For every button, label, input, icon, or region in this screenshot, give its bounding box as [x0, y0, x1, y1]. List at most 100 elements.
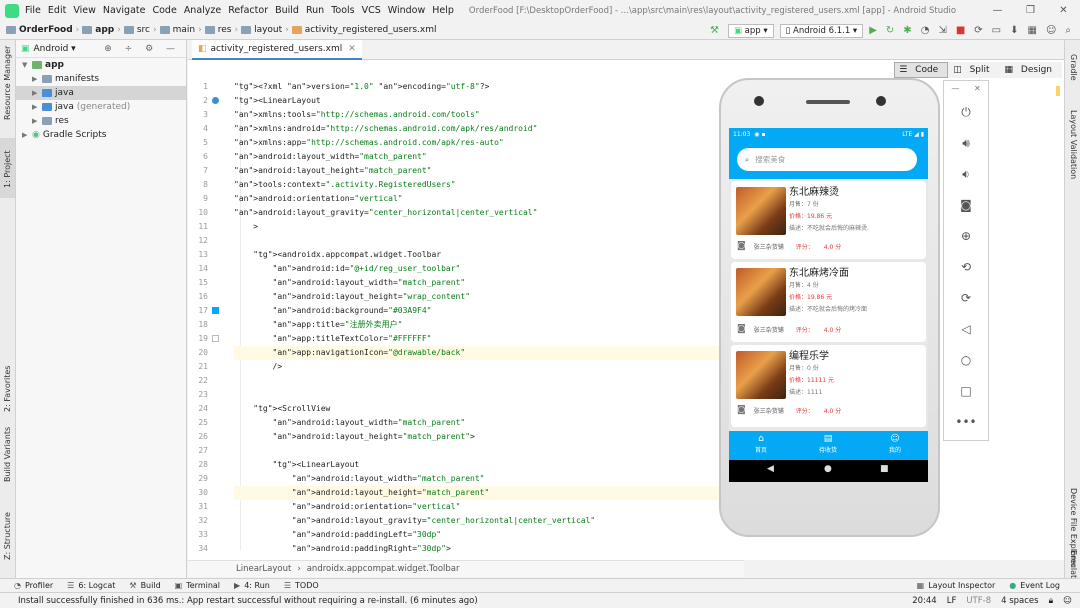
hammer-icon[interactable]: ⚒ — [710, 25, 719, 36]
breadcrumb-project[interactable]: OrderFood — [19, 25, 73, 35]
code-line[interactable] — [234, 444, 754, 458]
code-line[interactable]: "an">android:layout_height="match_parent… — [234, 486, 754, 500]
rotate-right-icon[interactable]: ⟳ — [944, 291, 988, 305]
run-config-select[interactable]: ▣ app ▾ — [727, 23, 774, 38]
design-mode-button[interactable]: ▦ Design — [1000, 62, 1062, 78]
breadcrumb-src[interactable]: src — [137, 25, 150, 35]
expand-arrow-icon[interactable]: ▶ — [32, 100, 42, 114]
code-line[interactable]: "tg"><?xml "an">version="1.0" "an">encod… — [234, 80, 754, 94]
food-card[interactable]: 东北麻烤冷面 月售：4 份 价格：19.86 元 描述：不吃就会后悔的烤冷面 ◙… — [731, 262, 926, 342]
minimize-icon[interactable]: — — [981, 0, 1014, 21]
power-icon[interactable]: ⏻ — [944, 105, 988, 120]
caret-position[interactable]: 20:44 — [912, 596, 937, 606]
logcat-tab[interactable]: ☰ 6: Logcat — [67, 581, 115, 590]
menu-help[interactable]: Help — [432, 5, 454, 16]
stop-icon[interactable]: ■ — [956, 25, 965, 36]
debug-icon[interactable]: ✱ — [903, 25, 911, 36]
breadcrumb-res[interactable]: res — [218, 25, 232, 35]
tree-node-gradle-scripts[interactable]: ▶ ◉ Gradle Scripts — [16, 128, 186, 142]
menu-navigate[interactable]: Navigate — [103, 5, 146, 16]
code-mode-button[interactable]: ☰ Code — [894, 62, 949, 78]
code-line[interactable]: "an">android:layout_width="match_parent" — [234, 472, 754, 486]
breadcrumb-main[interactable]: main — [173, 25, 196, 35]
layout-inspector-tab[interactable]: ▦ Layout Inspector — [917, 581, 996, 590]
tab-mine[interactable]: 我的 — [875, 445, 915, 454]
screenshot-camera-icon[interactable]: ◙ — [944, 198, 988, 212]
expand-arrow-icon[interactable]: ▶ — [32, 86, 42, 100]
code-line[interactable]: "an">app:title="注册外卖用户" — [234, 318, 754, 332]
code-line[interactable]: "an">app:navigationIcon="@drawable/back" — [234, 346, 754, 360]
expand-arrow-icon[interactable]: ▶ — [32, 72, 42, 86]
sync-gradle-icon[interactable]: ⟳ — [974, 25, 982, 36]
run-tab[interactable]: ▶ 4: Run — [234, 581, 270, 590]
close-emulator-icon[interactable]: ✕ — [974, 84, 981, 93]
code-line[interactable]: "an">android:layout_width="match_parent" — [234, 276, 754, 290]
code-line[interactable]: "an">android:layout_height="wrap_content… — [234, 290, 754, 304]
code-line[interactable]: "an">xmlns:tools="http://schemas.android… — [234, 108, 754, 122]
indent-setting[interactable]: 4 spaces — [1001, 596, 1038, 606]
code-line[interactable]: "an">android:id="@+id/reg_user_toolbar" — [234, 262, 754, 276]
resource-manager-tab[interactable]: Resource Manager — [3, 46, 12, 120]
home-circle-icon[interactable]: ○ — [944, 353, 988, 367]
terminal-tab[interactable]: ▣ Terminal — [175, 581, 220, 590]
tree-node-java[interactable]: ▶ java — [16, 86, 186, 100]
code-line[interactable]: "an">android:background="#03A9F4" — [234, 304, 754, 318]
close-tab-icon[interactable]: ✕ — [348, 44, 356, 54]
todo-tab[interactable]: ☰ TODO — [284, 581, 319, 590]
menu-view[interactable]: View — [73, 5, 96, 16]
status-message[interactable]: Install successfully finished in 636 ms.… — [18, 596, 478, 606]
run-icon[interactable]: ▶ — [869, 25, 877, 36]
menu-window[interactable]: Window — [388, 5, 425, 16]
recents-icon[interactable]: ■ — [880, 464, 889, 474]
profiler-tab[interactable]: ◔ Profiler — [14, 581, 53, 590]
home-button-icon[interactable]: ● — [824, 464, 832, 474]
apply-changes-icon[interactable]: ↻ — [886, 25, 894, 36]
code-line[interactable]: "an">android:layout_width="match_parent" — [234, 416, 754, 430]
breadcrumb-file[interactable]: activity_registered_users.xml — [305, 25, 437, 35]
tree-node-app[interactable]: ▼ app — [16, 58, 186, 72]
back-triangle-icon[interactable]: ◁ — [944, 322, 988, 336]
menu-code[interactable]: Code — [152, 5, 176, 16]
menu-analyze[interactable]: Analyze — [184, 5, 221, 16]
color-swatch-icon[interactable] — [212, 335, 219, 342]
code-line[interactable]: "tg"><ScrollView — [234, 402, 754, 416]
project-view-select[interactable]: Android — [34, 44, 69, 54]
code-line[interactable] — [234, 234, 754, 248]
panel-tools[interactable]: ⊕ ÷ ⚙ — — [104, 44, 180, 54]
split-mode-button[interactable]: ◫ Split — [948, 62, 999, 78]
tab-pending[interactable]: 待收货 — [808, 445, 848, 454]
code-line[interactable]: "tg"><LinearLayout — [234, 458, 754, 472]
code-line[interactable]: "an">android:paddingLeft="30dp" — [234, 528, 754, 542]
code-line[interactable]: "an">tools:context=".activity.Registered… — [234, 178, 754, 192]
code-line[interactable]: "tg"><androidx.appcompat.widget.Toolbar — [234, 248, 754, 262]
code-line[interactable]: "an">android:layout_height="match_parent… — [234, 430, 754, 444]
code-line[interactable]: "an">app:titleTextColor="#FFFFFF" — [234, 332, 754, 346]
favorites-tab[interactable]: 2: Favorites — [3, 366, 12, 412]
attach-debugger-icon[interactable]: ⇲ — [938, 25, 946, 36]
menu-run[interactable]: Run — [306, 5, 324, 16]
more-icon[interactable]: ••• — [944, 415, 988, 429]
volume-up-icon[interactable]: 🔊︎ — [944, 136, 988, 151]
menu-edit[interactable]: Edit — [48, 5, 66, 16]
volume-down-icon[interactable]: 🔉︎ — [944, 167, 988, 182]
code-line[interactable]: "an">android:layout_height="match_parent… — [234, 164, 754, 178]
tree-node-manifests[interactable]: ▶ manifests — [16, 72, 186, 86]
menu-build[interactable]: Build — [275, 5, 299, 16]
expand-arrow-icon[interactable]: ▼ — [22, 58, 32, 72]
structure-tab[interactable]: Z: Structure — [3, 512, 12, 560]
color-swatch-icon[interactable] — [212, 307, 219, 314]
zoom-icon[interactable]: ⊕ — [944, 229, 988, 243]
class-marker-icon[interactable] — [212, 97, 219, 104]
code-line[interactable]: > — [234, 220, 754, 234]
code-line[interactable]: "an">xmlns:app="http://schemas.android.c… — [234, 136, 754, 150]
code-line[interactable]: "an">android:layout_gravity="center_hori… — [234, 514, 754, 528]
food-card[interactable]: 东北麻辣烫 月售：7 份 价格：19.86 元 描述：不吃就会后悔的麻辣烫. ◙… — [731, 181, 926, 259]
overview-square-icon[interactable]: □ — [944, 384, 988, 398]
account-icon[interactable]: ☺ — [1046, 25, 1056, 36]
expand-arrow-icon[interactable]: ▶ — [22, 128, 32, 142]
menu-tools[interactable]: Tools — [331, 5, 354, 16]
editor-tab-activity-registered-users[interactable]: ◧ activity_registered_users.xml ✕ — [192, 40, 362, 60]
tab-home[interactable]: 首页 — [741, 445, 781, 454]
code-line[interactable]: "an">android:layout_gravity="center_hori… — [234, 206, 754, 220]
gradle-tab[interactable]: Gradle — [1069, 54, 1078, 81]
